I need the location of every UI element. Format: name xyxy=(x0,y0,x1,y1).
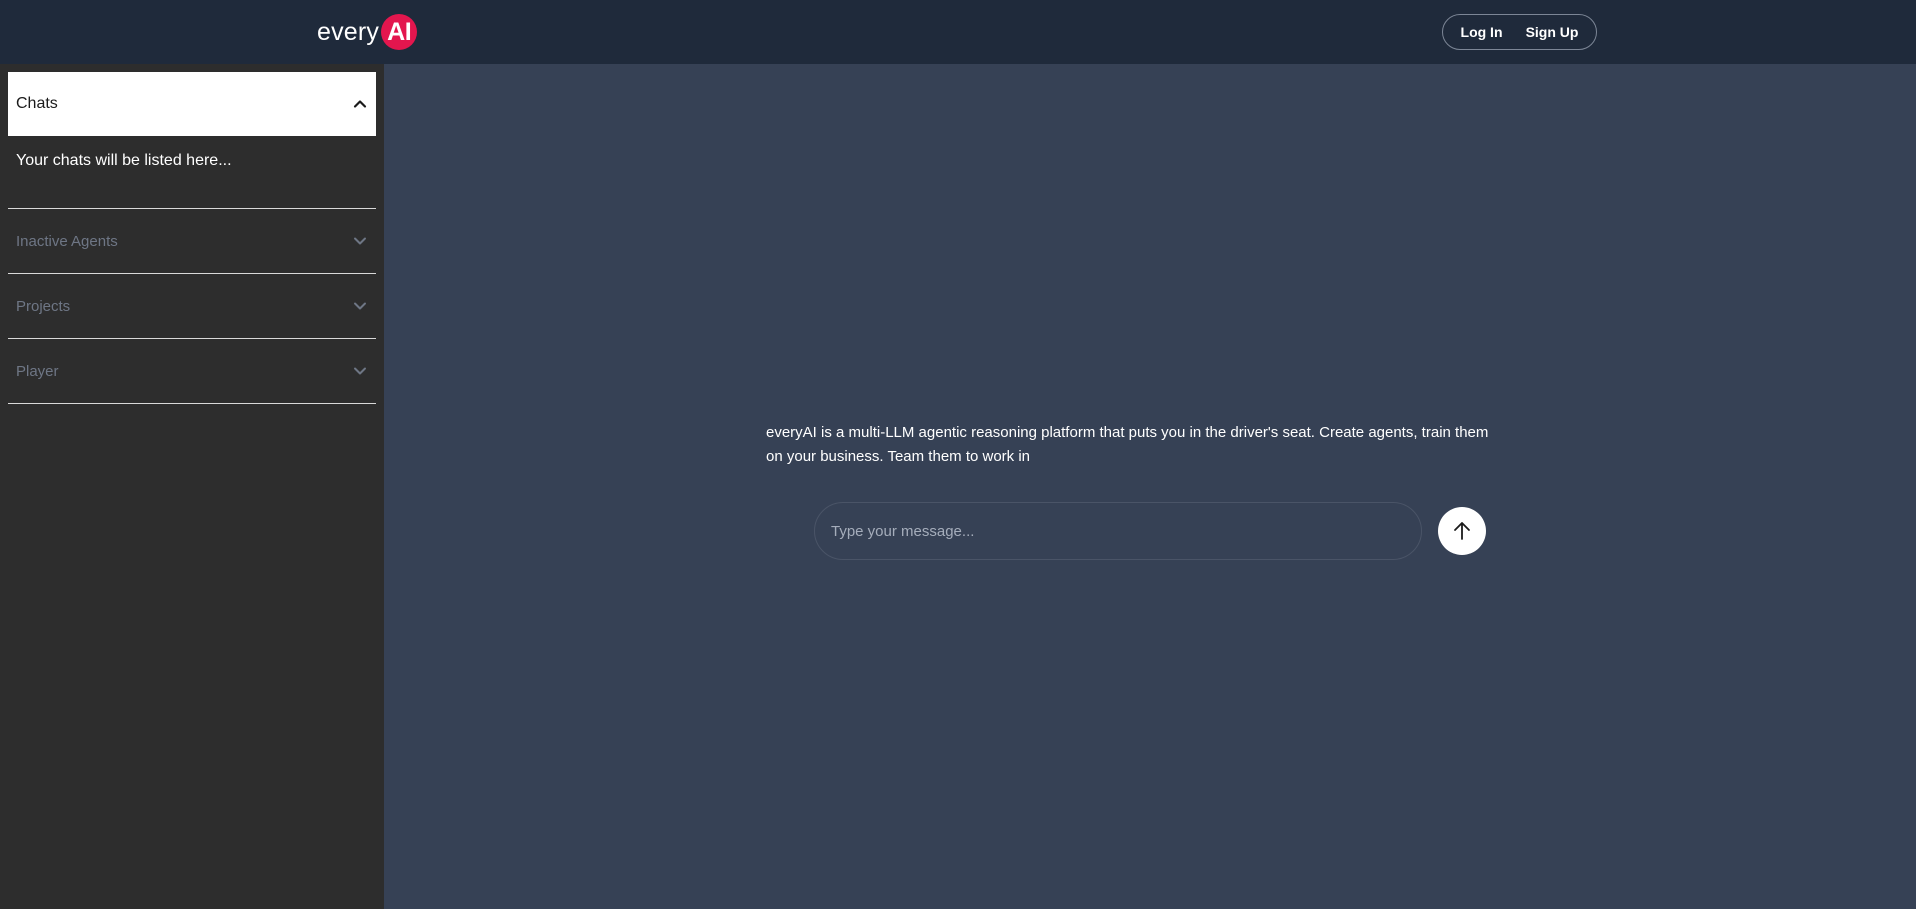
chevron-down-icon xyxy=(354,367,366,375)
player-section-title: Player xyxy=(16,362,59,380)
arrow-up-icon xyxy=(1454,522,1470,540)
send-button[interactable] xyxy=(1438,507,1486,555)
logo[interactable]: every AI xyxy=(317,14,418,50)
chat-main-area xyxy=(384,64,1916,909)
logo-wordmark: every xyxy=(317,17,380,46)
projects-section: Projects xyxy=(8,274,376,339)
message-input[interactable] xyxy=(814,502,1422,560)
inactive-agents-section-title: Inactive Agents xyxy=(16,232,118,250)
chats-empty-message: Your chats will be listed here... xyxy=(8,136,376,209)
chevron-up-icon xyxy=(353,100,367,108)
chevron-down-icon xyxy=(354,237,366,245)
sidebar: Chats Your chats will be listed here... … xyxy=(0,64,384,909)
projects-section-header[interactable]: Projects xyxy=(8,274,376,339)
chevron-down-icon xyxy=(354,302,366,310)
login-button[interactable]: Log In xyxy=(1461,24,1503,40)
projects-section-title: Projects xyxy=(16,297,71,315)
chats-section-header[interactable]: Chats xyxy=(8,72,376,136)
inactive-agents-section-header[interactable]: Inactive Agents xyxy=(8,209,376,274)
inactive-agents-section: Inactive Agents xyxy=(8,209,376,274)
logo-badge: AI xyxy=(381,14,418,50)
player-section: Player xyxy=(8,339,376,404)
player-section-header[interactable]: Player xyxy=(8,339,376,404)
chats-section-title: Chats xyxy=(16,95,58,112)
signup-button[interactable]: Sign Up xyxy=(1526,24,1579,40)
auth-button-group: Log In Sign Up xyxy=(1442,14,1597,50)
chats-section: Chats Your chats will be listed here... xyxy=(8,72,376,209)
intro-text: everyAI is a multi-LLM agentic reasoning… xyxy=(766,424,1489,465)
top-bar: every AI Log In Sign Up xyxy=(0,0,1916,64)
